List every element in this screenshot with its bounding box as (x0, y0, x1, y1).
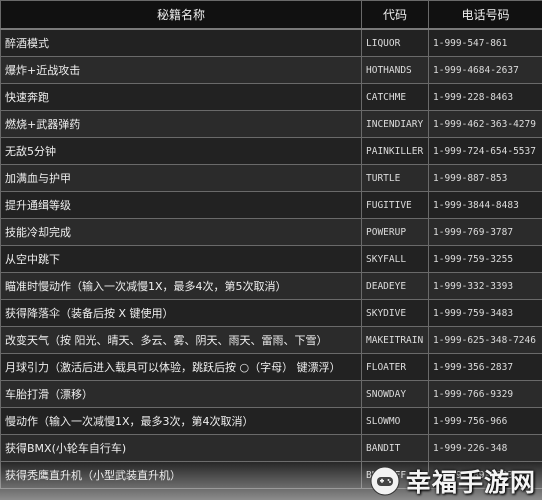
cheat-code-cell: HOTHANDS (361, 56, 429, 84)
phone-number-cell: 1-999-226-348 (428, 434, 542, 462)
phone-number-cell: 1-999-462-363-4279 (428, 110, 542, 138)
table-row: 慢动作（输入一次减慢1X，最多3次，第4次取消） SLOWMO 1-999-756-… (0, 407, 542, 435)
cheat-code-cell: FUGITIVE (361, 191, 429, 219)
phone-number-cell: 1-999-769-3787 (428, 218, 542, 246)
cheat-code-cell: INCENDIARY (361, 110, 429, 138)
phone-number-cell: 1-999-356-2837 (428, 353, 542, 381)
header-row: 秘籍名称 代码 电话号码 (0, 0, 542, 30)
table-row: 获得BMX(小轮车自行车) BANDIT 1-999-226-348 (0, 434, 542, 462)
cheat-code-cell: CATCHME (361, 83, 429, 111)
phone-number-cell: 1-999-3844-8483 (428, 191, 542, 219)
cheat-name-cell: 加满血与护甲 (0, 164, 362, 192)
cheat-name-cell: 提升通缉等级 (0, 191, 362, 219)
table-row: 爆炸+近战攻击 HOTHANDS 1-999-4684-2637 (0, 56, 542, 84)
cheat-name-cell: 月球引力（激活后进入载具可以体验，跳跃后按 ○（字母） 键漂浮） (0, 353, 362, 381)
cheat-code-cell: SKYDIVE (361, 299, 429, 327)
cheat-name-cell: 技能冷却完成 (0, 218, 362, 246)
cheat-name-cell: 获得降落伞（装备后按 X 键使用） (0, 299, 362, 327)
phone-number-cell: 1-999-625-348-7246 (428, 326, 542, 354)
cheat-code-cell: SNOWDAY (361, 380, 429, 408)
table-row: 车胎打滑（漂移） SNOWDAY 1-999-766-9329 (0, 380, 542, 408)
cheat-code-cell: BANDIT (361, 434, 429, 462)
cheat-name-cell: 从空中跳下 (0, 245, 362, 273)
table-row: 从空中跳下 SKYFALL 1-999-759-3255 (0, 245, 542, 273)
table-row: 改变天气（按 阳光、晴天、多云、雾、阴天、雨天、雷雨、下雪） MAKEITRAIN… (0, 326, 542, 354)
header-phone: 电话号码 (428, 0, 542, 30)
cheat-name-cell: 获得秃鹰直升机（小型武装直升机） (0, 461, 362, 489)
cheat-code-cell: TURTLE (361, 164, 429, 192)
watermark-text: 幸福手游网 (405, 468, 536, 497)
phone-number-cell: 1-999-759-3483 (428, 299, 542, 327)
cheat-code-cell: MAKEITRAIN (361, 326, 429, 354)
cheat-name-cell: 燃烧+武器弹药 (0, 110, 362, 138)
table-row: 获得降落伞（装备后按 X 键使用） SKYDIVE 1-999-759-3483 (0, 299, 542, 327)
table-row: 快速奔跑 CATCHME 1-999-228-8463 (0, 83, 542, 111)
table-row: 月球引力（激活后进入载具可以体验，跳跃后按 ○（字母） 键漂浮） FLOATER 1… (0, 353, 542, 381)
table-row: 瞄准时慢动作（输入一次减慢1X，最多4次，第5次取消） DEADEYE 1-999-… (0, 272, 542, 300)
cheat-name-cell: 瞄准时慢动作（输入一次减慢1X，最多4次，第5次取消） (0, 272, 362, 300)
cheat-code-cell: PAINKILLER (361, 137, 429, 165)
cheat-name-cell: 醉酒模式 (0, 28, 362, 57)
table-row: 燃烧+武器弹药 INCENDIARY 1-999-462-363-4279 (0, 110, 542, 138)
header-code: 代码 (361, 0, 429, 30)
phone-number-cell: 1-999-4684-2637 (428, 56, 542, 84)
cheat-code-cell: DEADEYE (361, 272, 429, 300)
phone-number-cell: 1-999-228-8463 (428, 83, 542, 111)
gamepad-icon (370, 466, 400, 496)
phone-number-cell: 1-999-766-9329 (428, 380, 542, 408)
table-row: 技能冷却完成 POWERUP 1-999-769-3787 (0, 218, 542, 246)
cheat-name-cell: 改变天气（按 阳光、晴天、多云、雾、阴天、雨天、雷雨、下雪） (0, 326, 362, 354)
phone-number-cell: 1-999-332-3393 (428, 272, 542, 300)
cheat-name-cell: 爆炸+近战攻击 (0, 56, 362, 84)
header-cheat-name: 秘籍名称 (0, 0, 362, 30)
cheat-code-cell: SKYFALL (361, 245, 429, 273)
cheat-name-cell: 获得BMX(小轮车自行车) (0, 434, 362, 462)
cheat-code-table: 秘籍名称 代码 电话号码 醉酒模式 LIQUOR 1-999-547-861 爆炸+近… (0, 0, 542, 489)
table-row: 无敌5分钟 PAINKILLER 1-999-724-654-5537 (0, 137, 542, 165)
cheat-code-cell: SLOWMO (361, 407, 429, 435)
phone-number-cell: 1-999-887-853 (428, 164, 542, 192)
cheat-name-cell: 车胎打滑（漂移） (0, 380, 362, 408)
site-watermark: 幸福手游网 (370, 464, 536, 498)
table-header: 秘籍名称 代码 电话号码 (0, 0, 542, 30)
table-row: 醉酒模式 LIQUOR 1-999-547-861 (0, 28, 542, 57)
phone-number-cell: 1-999-547-861 (428, 28, 542, 57)
phone-number-cell: 1-999-759-3255 (428, 245, 542, 273)
table-row: 加满血与护甲 TURTLE 1-999-887-853 (0, 164, 542, 192)
table-body: 醉酒模式 LIQUOR 1-999-547-861 爆炸+近战攻击 HOTHANDS 1-… (0, 28, 542, 489)
cheat-name-cell: 慢动作（输入一次减慢1X，最多3次，第4次取消） (0, 407, 362, 435)
cheat-name-cell: 快速奔跑 (0, 83, 362, 111)
table-row: 提升通缉等级 FUGITIVE 1-999-3844-8483 (0, 191, 542, 219)
phone-number-cell: 1-999-756-966 (428, 407, 542, 435)
cheat-code-cell: FLOATER (361, 353, 429, 381)
cheat-code-cell: POWERUP (361, 218, 429, 246)
cheat-name-cell: 无敌5分钟 (0, 137, 362, 165)
phone-number-cell: 1-999-724-654-5537 (428, 137, 542, 165)
cheat-code-cell: LIQUOR (361, 28, 429, 57)
